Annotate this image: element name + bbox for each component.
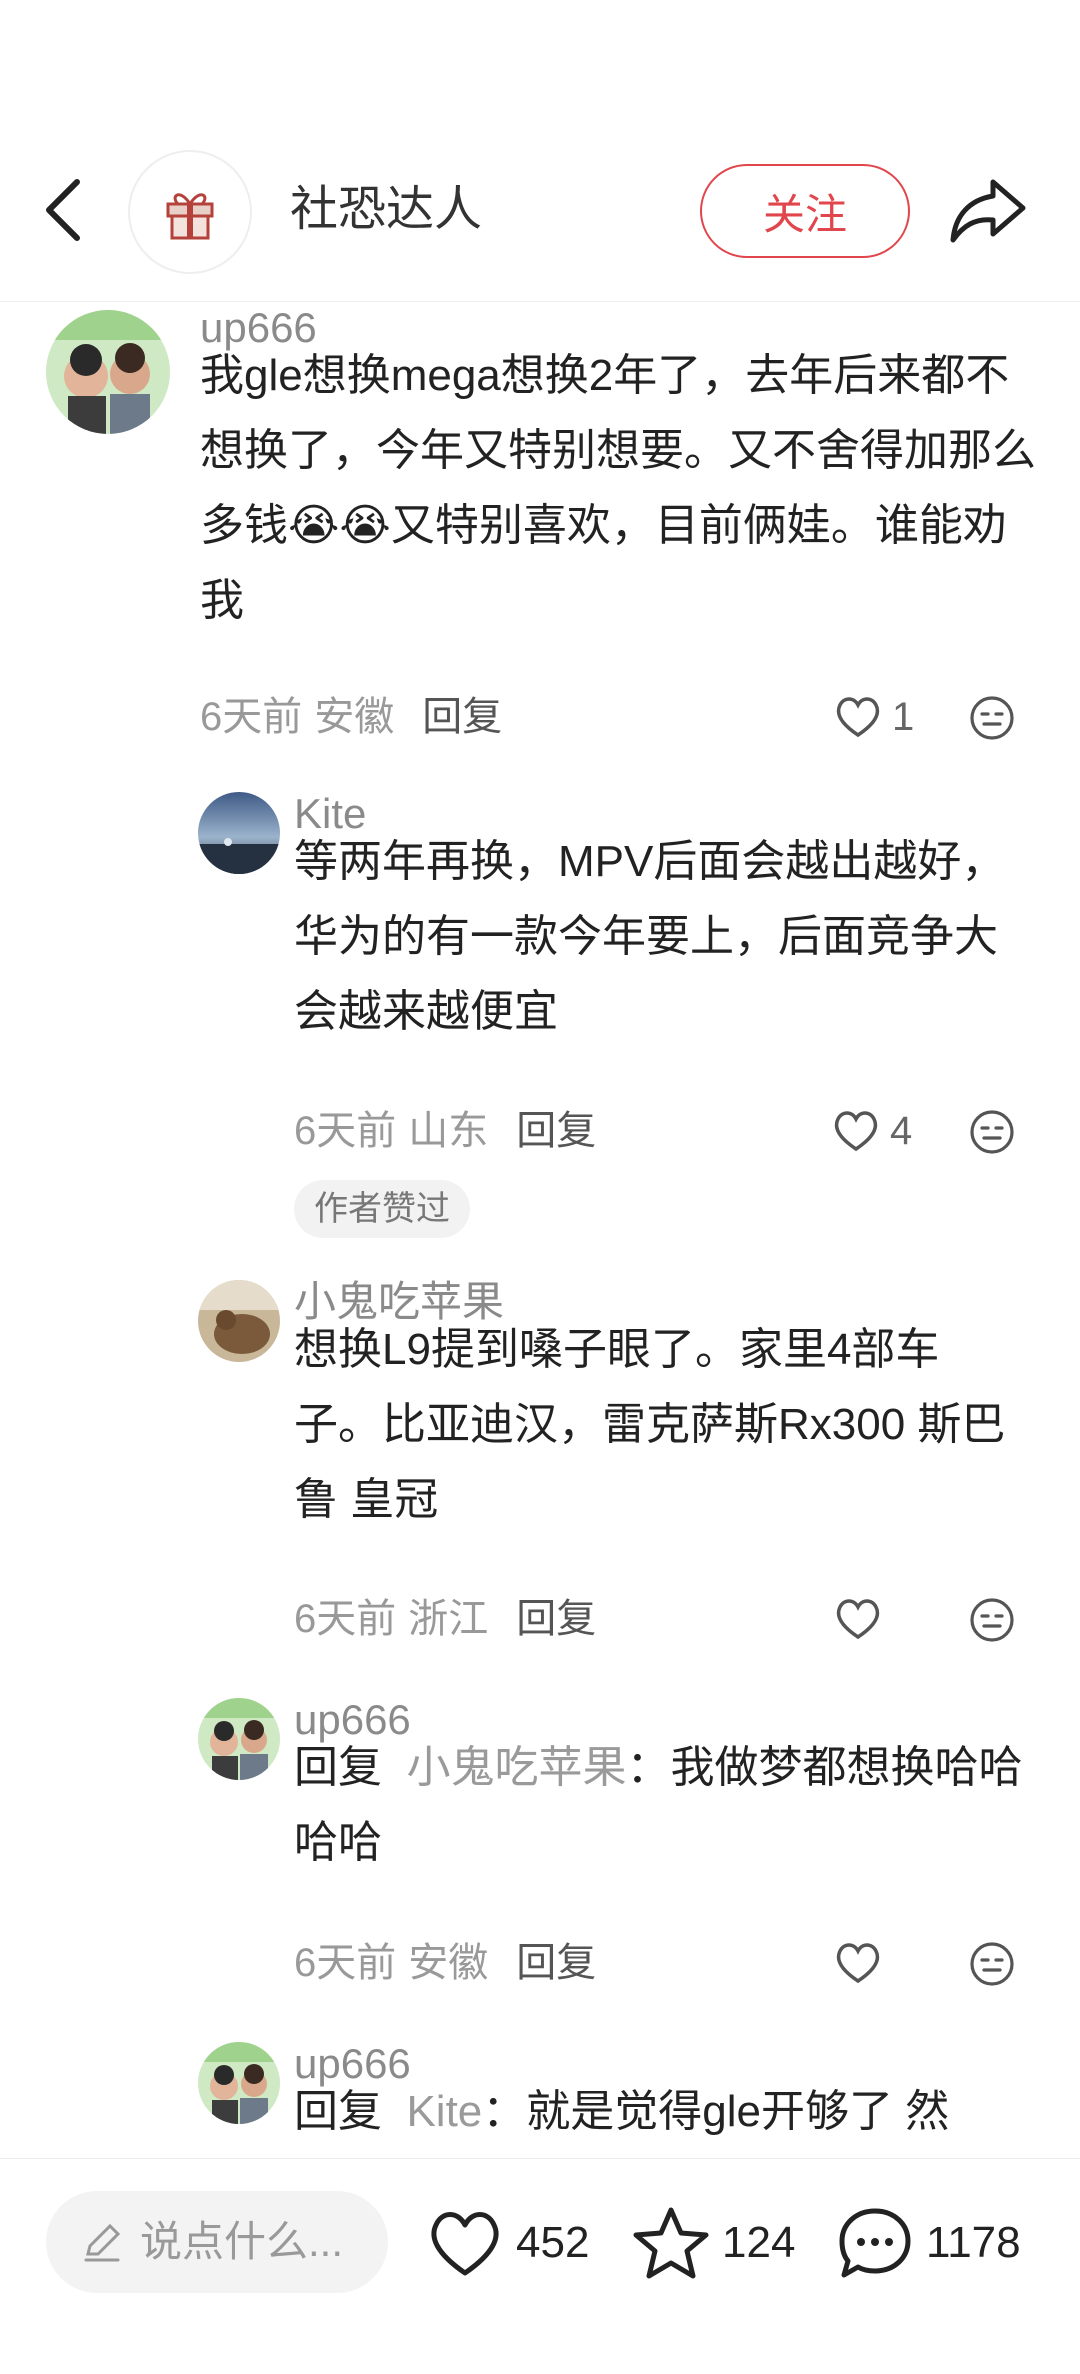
comment-text: 我gle想换mega想换2年了，去年后来都不想换了，今年又特别想要。又不舍得加那… [200,351,1036,625]
avatar[interactable] [198,1280,280,1362]
comment-meta: 6天前 山东 回复 [294,1106,596,1156]
reply-button[interactable]: 回复 [516,1109,596,1153]
avatar[interactable] [198,2042,280,2124]
comment-text: 回复 小鬼吃苹果：我做梦都想换哈哈哈哈 [294,1730,1024,1880]
like-count: 4 [890,1108,913,1153]
heart-icon [431,2212,499,2276]
comment-location: 安徽 [314,695,395,739]
emoji-icon[interactable] [968,1108,1016,1156]
reply-button[interactable]: 回复 [516,1941,596,1985]
emoji-icon[interactable] [968,1596,1016,1644]
comment-text: 回复 Kite：就是觉得gle开够了 然 [294,2074,1024,2149]
post-like-count: 452 [516,2218,590,2267]
comment-time: 6天前 [294,1941,397,1985]
comment-time: 6天前 [294,1109,397,1153]
author-avatar[interactable] [128,150,252,274]
avatar[interactable] [198,792,280,874]
like-count: 1 [892,694,915,739]
heart-icon [836,697,880,738]
reply-prefix: 回复 [294,2087,382,2136]
favorite-count: 124 [722,2218,796,2267]
comment-meta: 6天前 安徽 回复 [200,692,502,742]
bottom-action-bar: 452 124 1178 [0,2158,1080,2374]
share-icon [950,179,1026,243]
pen-icon [84,2223,121,2262]
emoji-icon[interactable] [968,1940,1016,1988]
reply-to-user[interactable]: 小鬼吃苹果 [406,1743,626,1792]
reply-prefix: 回复 [294,1743,382,1792]
favorite-button[interactable]: 124 [632,2203,795,2283]
avatar[interactable] [46,310,170,434]
comment-location: 山东 [408,1109,489,1153]
comment-count: 1178 [926,2218,1021,2267]
reply-body: ：我做梦都想换哈哈哈哈 [294,1743,1023,1867]
comment-list[interactable]: up666 我gle想换mega想换2年了，去年后来都不想换了，今年又特别想要。… [0,302,1080,2158]
reply-button[interactable]: 回复 [516,1597,596,1641]
gift-icon [166,193,214,240]
comment-time: 6天前 [200,695,303,739]
emoji-icon[interactable] [968,694,1016,742]
comment-time: 6天前 [294,1597,397,1641]
reply-button[interactable]: 回复 [422,695,502,739]
follow-button[interactable]: 关注 [700,164,910,258]
comment-input-box[interactable] [46,2191,388,2293]
reply-body: ：就是觉得gle开够了 然 [482,2087,950,2136]
back-button[interactable] [36,174,90,246]
heart-icon [836,1599,880,1640]
heart-icon [836,1943,880,1984]
comment-location: 浙江 [408,1597,489,1641]
like-button[interactable]: 4 [832,1106,912,1156]
heart-icon [834,1111,878,1152]
share-button[interactable] [946,172,1030,248]
reply-to-user[interactable]: Kite [406,2087,482,2136]
back-arrow-icon [46,179,80,241]
comment-text: 等两年再换，MPV后面会越出越好，华为的有一款今年要上，后面竞争大会越来越便宜 [294,837,1006,1036]
comment-bubble-icon [839,2208,911,2278]
avatar[interactable] [198,1698,280,1780]
comment-input[interactable] [140,2218,380,2266]
comment-text: 想换L9提到嗓子眼了。家里4部车子。比亚迪汉，雷克萨斯Rx300 斯巴鲁 皇冠 [294,1325,1006,1524]
comment-location: 安徽 [408,1941,489,1985]
comment-meta: 6天前 浙江 回复 [294,1594,596,1644]
comment-button[interactable]: 1178 [836,2203,1021,2283]
like-post-button[interactable]: 452 [426,2203,589,2283]
like-button[interactable] [834,1594,892,1644]
star-icon [633,2207,709,2279]
comment-meta: 6天前 安徽 回复 [294,1938,596,1988]
author-name[interactable]: 社恐达人 [290,178,482,242]
like-button[interactable] [834,1938,892,1988]
author-liked-badge: 作者赞过 [294,1180,470,1238]
top-bar: 社恐达人 关注 [0,0,1080,302]
like-button[interactable]: 1 [834,692,914,742]
